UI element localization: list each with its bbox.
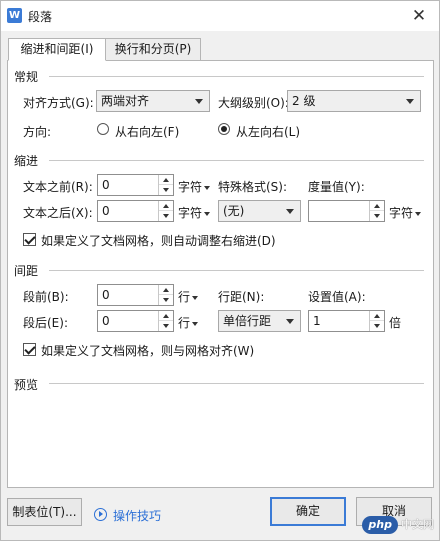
chevron-down-icon — [415, 211, 422, 216]
chevron-down-icon — [204, 211, 211, 216]
indent-before-value: 0 — [102, 178, 110, 192]
chevron-down-icon — [195, 99, 203, 104]
line-spacing-value: 单倍行距 — [223, 314, 272, 328]
play-circle-icon[interactable] — [94, 508, 107, 521]
spacing-after-unit-text: 行 — [178, 316, 191, 330]
measure-unit-text: 字符 — [389, 206, 414, 220]
section-divider — [49, 76, 424, 77]
stepper-arrows — [158, 201, 173, 221]
stepper-up-icon[interactable] — [159, 285, 173, 295]
stepper-arrows — [369, 201, 384, 221]
setting-value: 1 — [313, 314, 321, 328]
chevron-down-icon — [406, 99, 414, 104]
spacing-grid-label[interactable]: 如果定义了文档网格，则与网格对齐(W) — [41, 342, 254, 359]
ok-button[interactable]: 确定 — [270, 497, 346, 526]
wps-writer-icon: W — [7, 8, 22, 23]
dialog-title: 段落 — [28, 10, 53, 24]
spacing-after-stepper[interactable]: 0 — [97, 310, 174, 332]
section-indent-label: 缩进 — [14, 154, 39, 168]
direction-ltr-label[interactable]: 从左向右(L) — [236, 123, 300, 140]
stepper-up-icon[interactable] — [159, 311, 173, 321]
chevron-down-icon — [192, 295, 199, 300]
tab-stops-button[interactable]: 制表位(T)... — [7, 498, 82, 526]
line-spacing-label: 行距(N): — [218, 290, 265, 304]
alignment-select[interactable]: 两端对齐 — [96, 90, 210, 112]
chevron-down-icon — [286, 319, 294, 324]
line-spacing-select[interactable]: 单倍行距 — [218, 310, 301, 332]
stepper-down-icon[interactable] — [159, 321, 173, 331]
setting-value-unit: 倍 — [389, 316, 402, 330]
stepper-arrows — [369, 311, 384, 331]
spacing-grid-checkbox[interactable] — [23, 343, 36, 356]
section-spacing-label: 间距 — [14, 264, 39, 278]
tab-indent-spacing[interactable]: 缩进和间距(I) — [8, 38, 106, 61]
spacing-before-value: 0 — [102, 288, 110, 302]
outline-level-label: 大纲级别(O): — [218, 96, 289, 110]
direction-ltr-radio[interactable] — [218, 123, 230, 135]
measure-unit[interactable]: 字符 — [389, 204, 422, 221]
spacing-before-unit-text: 行 — [178, 290, 191, 304]
section-preview-label: 预览 — [14, 378, 39, 392]
setting-value-stepper[interactable]: 1 — [308, 310, 385, 332]
chevron-down-icon — [192, 321, 199, 326]
spacing-after-unit[interactable]: 行 — [178, 314, 199, 331]
outline-level-select[interactable]: 2 级 — [287, 90, 421, 112]
title-bar: W 段落 ✕ — [1, 1, 439, 31]
section-divider — [49, 383, 424, 384]
stepper-down-icon[interactable] — [370, 321, 384, 331]
alignment-value: 两端对齐 — [101, 94, 150, 108]
close-icon[interactable]: ✕ — [405, 3, 433, 29]
spacing-after-label: 段后(E): — [23, 316, 68, 330]
stepper-arrows — [158, 175, 173, 195]
chevron-down-icon — [286, 209, 294, 214]
setting-value-label: 设置值(A): — [308, 290, 366, 304]
watermark-text: 中文网 — [401, 518, 434, 531]
paragraph-dialog: W 段落 ✕ 缩进和间距(I) 换行和分页(P) 常规 对齐方式(G): 两端对… — [0, 0, 440, 541]
indent-after-unit-text: 字符 — [178, 206, 203, 220]
outline-level-value: 2 级 — [292, 94, 316, 108]
stepper-arrows — [158, 311, 173, 331]
section-divider — [49, 160, 424, 161]
indent-after-stepper[interactable]: 0 — [97, 200, 174, 222]
stepper-down-icon[interactable] — [159, 185, 173, 195]
stepper-up-icon[interactable] — [159, 201, 173, 211]
section-general-label: 常规 — [14, 70, 39, 84]
spacing-before-stepper[interactable]: 0 — [97, 284, 174, 306]
indent-before-stepper[interactable]: 0 — [97, 174, 174, 196]
direction-label: 方向: — [23, 125, 52, 139]
indent-before-label: 文本之前(R): — [23, 180, 93, 194]
indent-before-unit-text: 字符 — [178, 180, 203, 194]
stepper-down-icon[interactable] — [159, 211, 173, 221]
indent-before-unit[interactable]: 字符 — [178, 178, 211, 195]
stepper-up-icon[interactable] — [370, 201, 384, 211]
indent-grid-checkbox[interactable] — [23, 233, 36, 246]
measure-label: 度量值(Y): — [308, 180, 365, 194]
direction-rtl-radio[interactable] — [97, 123, 109, 135]
stepper-down-icon[interactable] — [159, 295, 173, 305]
stepper-down-icon[interactable] — [370, 211, 384, 221]
special-format-value: (无) — [223, 204, 245, 218]
site-watermark: php 中文网 — [362, 516, 434, 534]
indent-after-value: 0 — [102, 204, 110, 218]
indent-grid-label[interactable]: 如果定义了文档网格，则自动调整右缩进(D) — [41, 232, 276, 249]
special-format-select[interactable]: (无) — [218, 200, 301, 222]
spacing-after-value: 0 — [102, 314, 110, 328]
measure-stepper[interactable] — [308, 200, 385, 222]
alignment-label: 对齐方式(G): — [23, 96, 94, 110]
stepper-up-icon[interactable] — [370, 311, 384, 321]
chevron-down-icon — [204, 185, 211, 190]
direction-rtl-label[interactable]: 从右向左(F) — [115, 123, 179, 140]
special-format-label: 特殊格式(S): — [218, 180, 288, 194]
section-divider — [49, 270, 424, 271]
spacing-before-label: 段前(B): — [23, 290, 69, 304]
indent-after-label: 文本之后(X): — [23, 206, 93, 220]
stepper-up-icon[interactable] — [159, 175, 173, 185]
tab-line-page-breaks[interactable]: 换行和分页(P) — [105, 38, 201, 61]
indent-after-unit[interactable]: 字符 — [178, 204, 211, 221]
spacing-before-unit[interactable]: 行 — [178, 288, 199, 305]
tips-link[interactable]: 操作技巧 — [113, 507, 161, 524]
watermark-logo: php — [362, 516, 398, 534]
stepper-arrows — [158, 285, 173, 305]
